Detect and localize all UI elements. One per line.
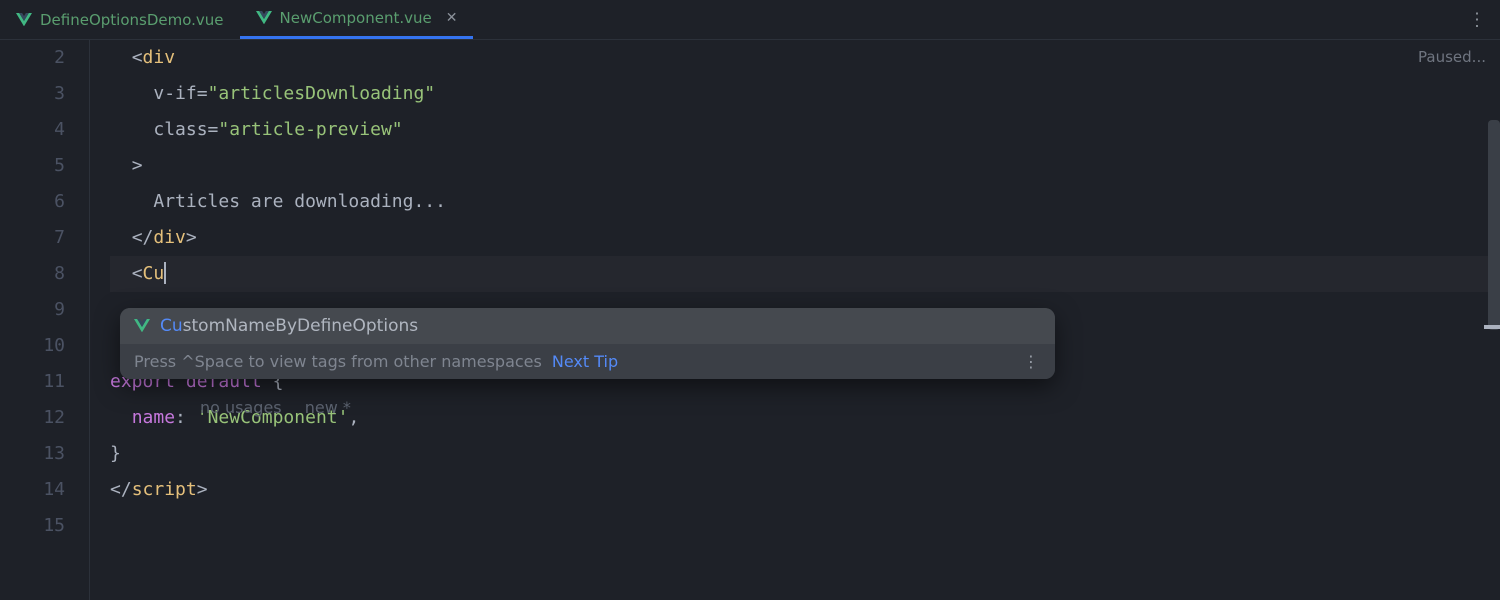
line-number: 3 [0, 76, 65, 112]
line-number: 5 [0, 148, 65, 184]
line-number: 9 [0, 292, 65, 328]
scrollbar[interactable] [1488, 120, 1500, 330]
tab-label: NewComponent.vue [280, 9, 432, 27]
line-number: 7 [0, 220, 65, 256]
code-line: v-if="articlesDownloading" [110, 76, 1500, 112]
usages-label: no usages [200, 398, 282, 417]
line-number: 15 [0, 508, 65, 544]
code-line: } [110, 436, 1500, 472]
line-number: 11 [0, 364, 65, 400]
tab-bar: DefineOptionsDemo.vue NewComponent.vue ✕… [0, 0, 1500, 40]
autocomplete-footer: Press ^Space to view tags from other nam… [120, 344, 1055, 379]
autocomplete-item[interactable]: CustomNameByDefineOptions [120, 308, 1055, 344]
tab-new-component[interactable]: NewComponent.vue ✕ [240, 0, 474, 39]
inline-annotations: no usages new * [200, 390, 369, 426]
line-number: 8 [0, 256, 65, 292]
code-line: </script> [110, 472, 1500, 508]
code-line: </div> [110, 220, 1500, 256]
tab-more-icon[interactable]: ⋮ [1468, 9, 1488, 30]
scrollbar-caret-marker [1484, 325, 1500, 329]
new-label: new * [305, 398, 351, 417]
line-number: 14 [0, 472, 65, 508]
line-number: 6 [0, 184, 65, 220]
code-line: class="article-preview" [110, 112, 1500, 148]
code-line [110, 508, 1500, 544]
code-line: Articles are downloading... [110, 184, 1500, 220]
tab-label: DefineOptionsDemo.vue [40, 11, 224, 29]
vue-icon [256, 11, 272, 25]
caret [164, 262, 166, 284]
line-number: 13 [0, 436, 65, 472]
autocomplete-more-icon[interactable]: ⋮ [1023, 352, 1041, 371]
code-line: > [110, 148, 1500, 184]
line-number: 4 [0, 112, 65, 148]
autocomplete-hint: Press ^Space to view tags from other nam… [134, 352, 542, 371]
tab-define-options[interactable]: DefineOptionsDemo.vue [0, 0, 240, 39]
vue-icon [134, 319, 150, 333]
line-number: 10 [0, 328, 65, 364]
code-line: <div [110, 40, 1500, 76]
close-icon[interactable]: ✕ [446, 10, 458, 26]
gutter: 2 3 4 5 6 7 8 9 10 11 12 13 14 15 [0, 40, 90, 600]
code-line-current: <Cu [110, 256, 1500, 292]
line-number: 2 [0, 40, 65, 76]
line-number: 12 [0, 400, 65, 436]
vue-icon [16, 13, 32, 27]
next-tip-link[interactable]: Next Tip [552, 352, 618, 371]
autocomplete-popup: CustomNameByDefineOptions Press ^Space t… [120, 308, 1055, 379]
autocomplete-item-label: CustomNameByDefineOptions [160, 316, 418, 336]
